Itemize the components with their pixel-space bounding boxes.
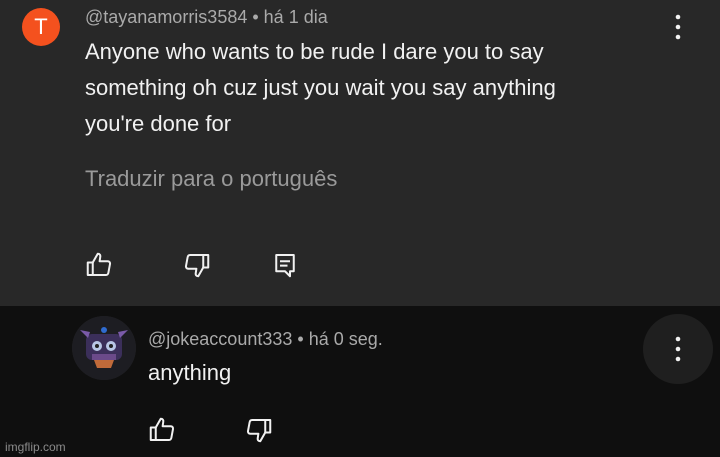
comment-text-line: something oh cuz just you wait you say a… [85,75,556,100]
comment-text-line: you're done for [85,111,232,136]
comment-text-line: Anyone who wants to be rude I dare you t… [85,39,544,64]
comment-menu-button[interactable] [666,7,690,47]
thumbs-down-icon [246,419,272,443]
avatar[interactable]: T [22,8,60,46]
watermark: imgflip.com [5,440,66,454]
like-button[interactable] [84,250,114,280]
reply-text: anything [148,360,232,385]
dark-mask-avatar-icon [72,316,136,380]
like-button[interactable] [147,415,177,445]
reply-author[interactable]: @jokeaccount333 [148,329,292,349]
avatar-letter: T [34,14,48,39]
thumbs-up-icon [149,417,175,441]
more-vert-icon [675,14,681,40]
avatar[interactable] [72,316,136,380]
dislike-button[interactable] [182,250,212,280]
comment-meta: @tayanamorris3584 • há 1 dia [85,7,328,28]
translate-link[interactable]: Traduzir para o português [85,166,337,192]
comment-author[interactable]: @tayanamorris3584 [85,7,247,27]
reply-icon [275,254,295,278]
reply-button[interactable] [270,250,300,280]
comment-time[interactable]: há 1 dia [264,7,328,27]
separator-dot: • [252,7,259,27]
thumbs-down-icon [184,254,210,278]
dislike-button[interactable] [244,415,274,445]
thumbs-up-icon [86,252,112,276]
separator-dot: • [297,329,304,349]
reply-meta: @jokeaccount333 • há 0 seg. [148,329,383,350]
reply-time[interactable]: há 0 seg. [309,329,383,349]
reply-menu-button[interactable] [643,314,713,384]
more-vert-icon [675,336,681,362]
comment-text: Anyone who wants to be rude I dare you t… [85,34,645,142]
comment-card: T @tayanamorris3584 • há 1 dia Anyone who … [0,0,720,306]
